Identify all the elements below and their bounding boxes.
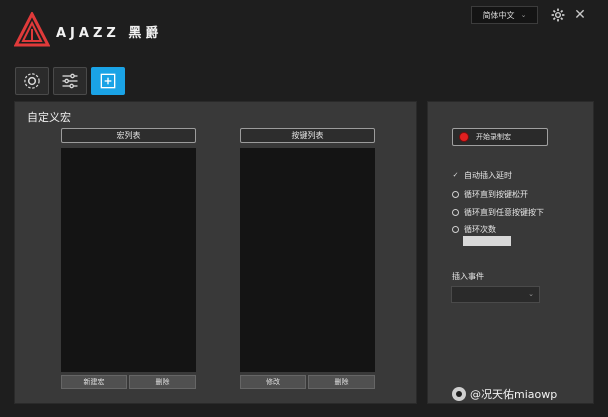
- watermark-text: @况天佑miaowp: [470, 388, 558, 401]
- macro-list-header: 宏列表: [61, 128, 196, 143]
- delete-macro-button[interactable]: 删除: [129, 375, 196, 389]
- key-list-header: 按键列表: [240, 128, 375, 143]
- record-button-label: 开始录制宏: [476, 133, 511, 141]
- modify-key-button[interactable]: 修改: [240, 375, 306, 389]
- brand-text: AJAZZ 黑爵: [56, 26, 163, 41]
- radio-icon: [452, 191, 459, 198]
- chevron-down-icon: ⌄: [520, 11, 527, 19]
- gear-icon: [24, 73, 40, 89]
- new-macro-button[interactable]: 新建宏: [61, 375, 127, 389]
- delete-key-button[interactable]: 删除: [308, 375, 375, 389]
- sliders-icon: [62, 73, 78, 89]
- loop-until-release-radio[interactable]: 循环直到按键松开: [452, 189, 528, 200]
- watermark: @况天佑miaowp: [452, 386, 557, 402]
- close-icon[interactable]: ✕: [572, 7, 588, 23]
- radio-icon: [452, 226, 459, 233]
- loop-count-radio[interactable]: 循环次数: [452, 224, 496, 235]
- gear-icon[interactable]: [550, 7, 566, 23]
- tab-macro[interactable]: [91, 67, 125, 95]
- loop-until-release-label: 循环直到按键松开: [464, 190, 528, 199]
- app-window: AJAZZ 黑爵 简体中文 ⌄ ✕ 自定义宏 宏列表 新建宏 删除 按键列表 修…: [0, 0, 608, 417]
- auto-insert-delay-checkbox[interactable]: ✓ 自动插入延时: [452, 170, 512, 181]
- chevron-down-icon: ⌄: [528, 290, 534, 298]
- tab-settings[interactable]: [15, 67, 49, 95]
- radio-icon: [452, 209, 459, 216]
- plus-square-icon: [100, 73, 116, 89]
- auto-insert-delay-label: 自动插入延时: [464, 171, 512, 180]
- loop-count-input[interactable]: [463, 236, 511, 246]
- loop-until-any-key-label: 循环直到任意按键按下: [464, 208, 544, 217]
- ajazz-logo-icon: [14, 12, 50, 47]
- loop-count-label: 循环次数: [464, 225, 496, 234]
- macro-list[interactable]: [61, 148, 196, 372]
- key-list[interactable]: [240, 148, 375, 372]
- record-macro-button[interactable]: 开始录制宏: [452, 128, 548, 146]
- checkmark-icon: ✓: [452, 171, 459, 179]
- panel-title: 自定义宏: [27, 111, 71, 124]
- insert-event-select[interactable]: ⌄: [451, 286, 540, 303]
- record-icon: [460, 133, 468, 141]
- macro-panel: 自定义宏 宏列表 新建宏 删除 按键列表 修改 删除: [14, 101, 417, 404]
- language-select[interactable]: 简体中文 ⌄: [471, 6, 538, 24]
- weibo-icon: [452, 387, 466, 401]
- tab-adjust[interactable]: [53, 67, 87, 95]
- loop-until-any-key-radio[interactable]: 循环直到任意按键按下: [452, 207, 544, 218]
- insert-event-label: 插入事件: [452, 272, 484, 281]
- language-select-value: 简体中文: [482, 10, 515, 20]
- options-panel: 开始录制宏 ✓ 自动插入延时 循环直到按键松开 循环直到任意按键按下 循环次数 …: [427, 101, 594, 404]
